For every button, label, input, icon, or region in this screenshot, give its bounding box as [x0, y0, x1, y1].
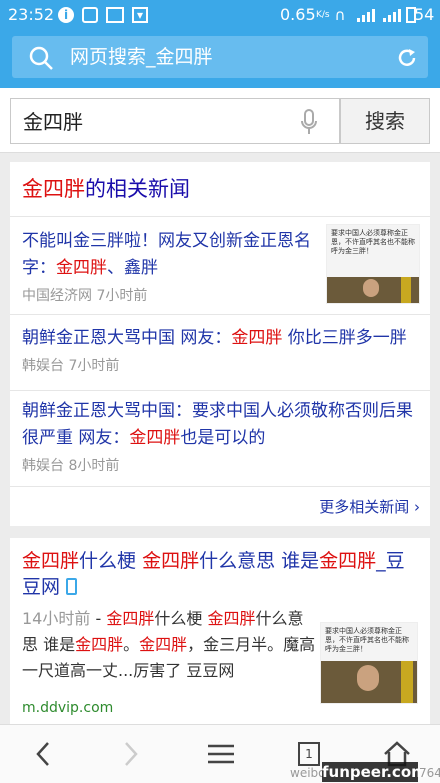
result-thumbnail[interactable]: 要求中国人必须尊称金正恩，不许直呼其名也不能称呼为金三胖！	[320, 622, 418, 704]
chevron-right-icon: ›	[414, 498, 420, 516]
watermark-logo: funpeer.com	[322, 762, 427, 782]
search-query: 金四胖	[23, 110, 83, 134]
result-title[interactable]: 金四胖什么梗 金四胖什么意思 谁是金四胖_豆豆网	[22, 548, 422, 600]
result-snippet: 14小时前 - 金四胖什么梗 金四胖什么意思 谁是金四胖。金四胖，金三月半。魔高…	[22, 609, 316, 680]
watermark-tail: 764	[419, 766, 440, 780]
headphone-icon: ∩	[334, 6, 346, 24]
battery-level: 54	[414, 5, 435, 24]
news-card: 金四胖的相关新闻 不能叫金三胖啦！网友又创新金正恩名字：金四胖、鑫胖 中国经济网…	[10, 162, 430, 526]
news-heading[interactable]: 金四胖的相关新闻	[22, 176, 190, 202]
more-news-link[interactable]: 更多相关新闻 ›	[319, 496, 420, 518]
news-item-title[interactable]: 朝鲜金正恩大骂中国 网友：金四胖 你比三胖多一胖	[22, 325, 422, 352]
forward-icon[interactable]	[96, 725, 166, 783]
news-item-title[interactable]: 不能叫金三胖啦！网友又创新金正恩名字：金四胖、鑫胖	[22, 228, 316, 282]
news-item-meta: 韩娱台 7小时前	[22, 358, 120, 374]
address-text: 网页搜索_金四胖	[70, 46, 213, 68]
watermark-left: weibo	[290, 766, 326, 780]
network-speed: 0.65	[280, 5, 316, 24]
info-icon: i	[58, 7, 74, 23]
menu-icon[interactable]	[186, 725, 256, 783]
network-speed-unit: K/s	[316, 10, 330, 20]
status-bar: 23:52 i ▾ 0.65 K/s ∩ 54	[0, 0, 440, 30]
mobile-icon	[66, 578, 78, 595]
divider	[10, 486, 430, 487]
refresh-icon[interactable]	[396, 47, 418, 73]
search-input[interactable]: 金四胖	[10, 98, 340, 144]
news-item-title[interactable]: 朝鲜金正恩大骂中国：要求中国人必须敬称否则后果很严重 网友：金四胖也是可以的	[22, 398, 416, 452]
bottom-navigation: 1 weibo funpeer.com 764	[0, 724, 440, 783]
news-thumbnail[interactable]: 要求中国人必须尊称金正恩，不许直呼其名也不能称呼为金三胖！	[326, 224, 420, 304]
news-item-meta: 中国经济网 7小时前	[22, 288, 148, 304]
divider	[10, 216, 430, 217]
search-icon	[28, 45, 54, 75]
download-icon: ▾	[132, 7, 148, 23]
wifi-icon	[382, 7, 402, 23]
result-url[interactable]: m.ddvip.com	[22, 698, 113, 718]
news-item[interactable]: 朝鲜金正恩大骂中国：要求中国人必须敬称否则后果很严重 网友：金四胖也是可以的 韩…	[22, 398, 416, 476]
image-icon	[106, 7, 124, 23]
address-bar: 网页搜索_金四胖	[0, 30, 440, 88]
microphone-icon[interactable]	[299, 109, 319, 139]
status-time: 23:52	[8, 5, 55, 24]
address-field[interactable]: 网页搜索_金四胖	[12, 36, 428, 78]
search-button[interactable]: 搜索	[340, 98, 430, 144]
thumbnail-photo	[321, 661, 417, 703]
notification-icon	[82, 7, 98, 23]
news-item-meta: 韩娱台 8小时前	[22, 458, 120, 474]
back-icon[interactable]	[8, 725, 78, 783]
tabs-count: 1	[298, 742, 320, 766]
search-row: 金四胖 搜索	[0, 88, 440, 153]
news-item[interactable]: 不能叫金三胖啦！网友又创新金正恩名字：金四胖、鑫胖 中国经济网 7小时前	[22, 228, 316, 306]
divider	[10, 314, 430, 315]
signal-icon	[356, 7, 376, 23]
search-result: 金四胖什么梗 金四胖什么意思 谁是金四胖_豆豆网 14小时前 - 金四胖什么梗 …	[10, 538, 430, 724]
news-heading-text: 的相关新闻	[85, 177, 190, 201]
news-heading-keyword: 金四胖	[22, 177, 85, 201]
divider	[10, 390, 430, 391]
news-item[interactable]: 朝鲜金正恩大骂中国 网友：金四胖 你比三胖多一胖 韩娱台 7小时前	[22, 325, 422, 376]
thumbnail-caption: 要求中国人必须尊称金正恩，不许直呼其名也不能称呼为金三胖！	[325, 627, 409, 653]
thumbnail-photo	[327, 277, 419, 303]
thumbnail-caption: 要求中国人必须尊称金正恩，不许直呼其名也不能称呼为金三胖！	[331, 229, 415, 255]
